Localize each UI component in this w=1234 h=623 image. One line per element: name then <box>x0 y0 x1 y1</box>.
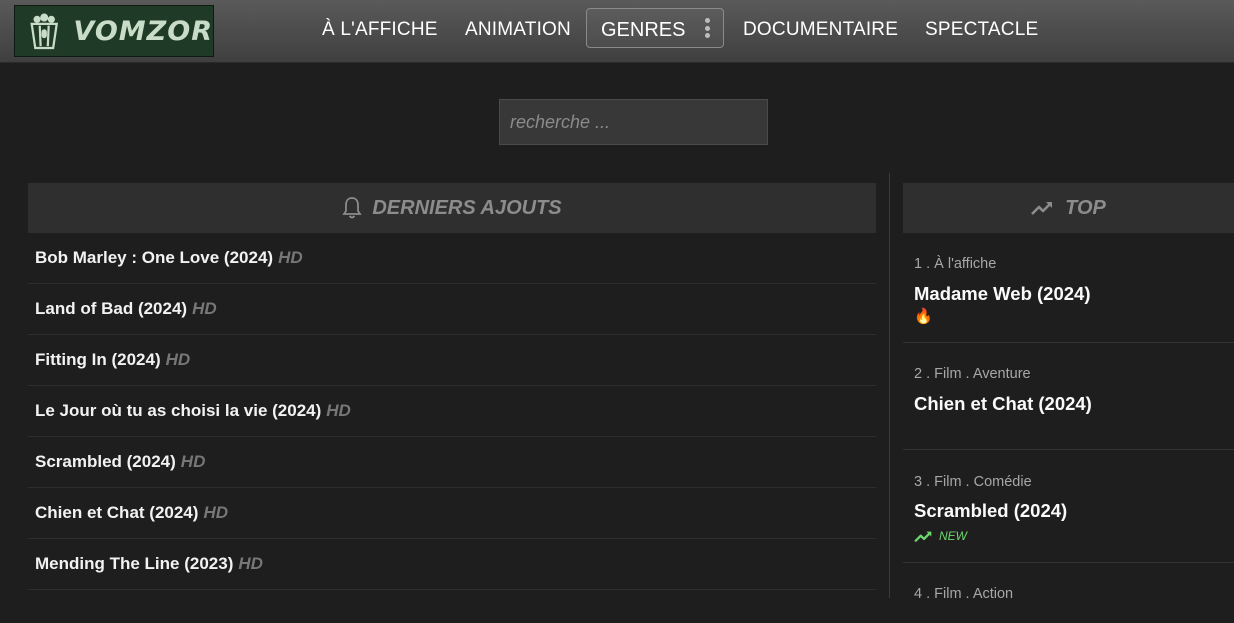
quality-badge: HD <box>278 248 303 267</box>
top-item[interactable]: 2 . Film . Aventure Chien et Chat (2024) <box>903 343 1234 450</box>
kebab-menu-icon <box>705 18 711 40</box>
movie-title: Le Jour où tu as choisi la vie (2024) <box>35 401 322 420</box>
new-badge-label: NEW <box>939 529 967 543</box>
top-category: 1 . À l'affiche <box>914 256 997 272</box>
nav-item-documentaire[interactable]: DOCUMENTAIRE <box>743 19 898 41</box>
list-item[interactable]: Mending The Line (2023) HD <box>28 539 876 590</box>
site-logo-text: VOMZOR <box>73 15 213 47</box>
site-logo[interactable]: VOMZOR <box>14 5 214 57</box>
quality-badge: HD <box>326 401 351 420</box>
quality-badge: HD <box>165 350 191 369</box>
movie-title: Bob Marley : One Love (2024) <box>35 248 274 267</box>
trending-up-icon <box>1031 202 1053 215</box>
top-category: 2 . Film . Aventure <box>914 366 1031 382</box>
trending-up-icon <box>914 531 932 542</box>
top-movie-title: Chien et Chat (2024) <box>914 393 1092 414</box>
column-divider <box>889 173 890 598</box>
bell-icon <box>342 197 363 219</box>
top-title: TOP <box>1065 196 1106 219</box>
movie-title: Fitting In (2024) <box>35 350 161 369</box>
nav-item-spectacle[interactable]: SPECTACLE <box>925 19 1038 41</box>
quality-badge: HD <box>192 299 217 318</box>
list-item[interactable]: Bob Marley : One Love (2024) HD <box>28 233 876 284</box>
quality-badge: HD <box>238 554 263 573</box>
new-badge: NEW <box>914 529 967 543</box>
nav-item-genres[interactable]: GENRES <box>586 8 724 48</box>
top-list: 1 . À l'affiche Madame Web (2024) 🔥 2 . … <box>903 233 1234 623</box>
top-movie-title: Scrambled (2024) <box>914 500 1068 521</box>
site-header: VOMZOR À L'AFFICHE ANIMATION GENRES DOCU… <box>0 0 1234 63</box>
top-header: TOP <box>903 183 1234 233</box>
top-category: 4 . Film . Action <box>914 586 1014 602</box>
nav-item-animation[interactable]: ANIMATION <box>465 19 571 41</box>
movie-title: Scrambled (2024) <box>35 452 176 471</box>
top-item[interactable]: 3 . Film . Comédie Scrambled (2024) NEW <box>903 450 1234 563</box>
nav-genres-label: GENRES <box>601 19 686 41</box>
top-item[interactable]: 1 . À l'affiche Madame Web (2024) 🔥 <box>903 233 1234 343</box>
list-item[interactable]: Land of Bad (2024) HD <box>28 284 876 335</box>
quality-badge: HD <box>203 503 228 522</box>
list-item[interactable]: Scrambled (2024) HD <box>28 437 876 488</box>
list-item[interactable]: Le Jour où tu as choisi la vie (2024) HD <box>28 386 876 437</box>
search-input[interactable] <box>499 99 768 145</box>
top-category: 3 . Film . Comédie <box>914 474 1032 490</box>
quality-badge: HD <box>180 452 206 471</box>
top-movie-title: Madame Web (2024) <box>914 283 1091 304</box>
list-item[interactable]: Chien et Chat (2024) HD <box>28 488 876 539</box>
movie-title: Mending The Line (2023) <box>35 554 234 573</box>
movie-title: Chien et Chat (2024) <box>35 503 199 522</box>
movie-title: Land of Bad (2024) <box>35 299 188 318</box>
fire-icon: 🔥 <box>914 308 933 325</box>
list-item[interactable]: Fitting In (2024) HD <box>28 335 876 386</box>
latest-title: DERNIERS AJOUTS <box>372 196 562 219</box>
popcorn-icon <box>30 13 59 50</box>
latest-list: Bob Marley : One Love (2024) HD Land of … <box>28 233 876 590</box>
top-item[interactable]: 4 . Film . Action <box>903 563 1234 623</box>
latest-header: DERNIERS AJOUTS <box>28 183 876 233</box>
nav-item-a-laffiche[interactable]: À L'AFFICHE <box>322 19 438 41</box>
